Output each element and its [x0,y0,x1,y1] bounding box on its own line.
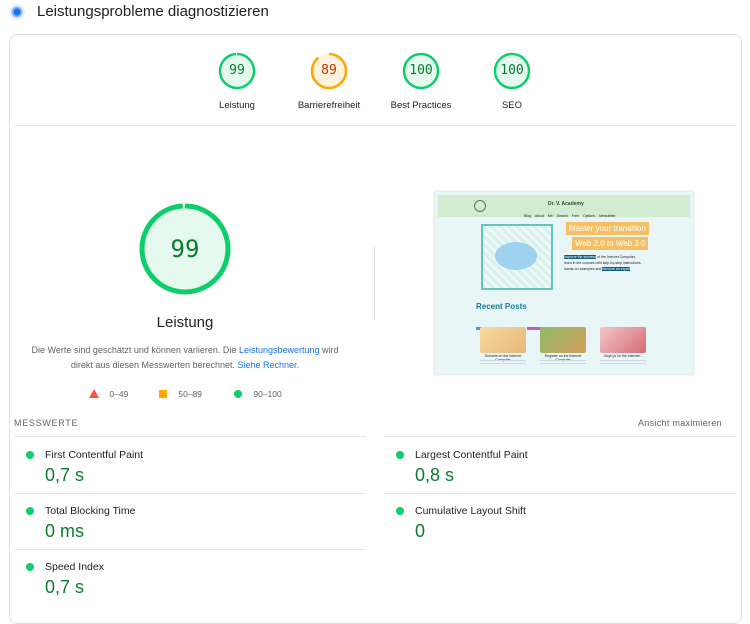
legend-fail-label: 0–49 [109,389,129,399]
metric-label: Total Blocking Time [45,505,136,517]
post-card-excerpt [600,360,646,366]
metric-label: Largest Contentful Paint [415,449,528,461]
post-card-image [600,327,646,353]
diagnose-icon [9,4,25,20]
metric-label: Cumulative Layout Shift [415,505,526,517]
gauge-score: 100 [409,63,433,78]
calculator-link[interactable]: Siehe Rechner [238,360,297,370]
metric-label: First Contentful Paint [45,449,144,461]
page-header: Leistungsprobleme diagnostizieren [0,0,750,28]
site-logo-icon [474,200,486,212]
metric-cls: Cumulative Layout Shift 0 [384,494,734,550]
hero-cta: become an expert [602,267,631,271]
post-card-excerpt [540,360,586,366]
hero-text: Improve the success of the Internet Comp… [564,254,644,272]
pass-circle-icon [234,390,242,398]
post-card-excerpt [480,360,526,366]
screenshot-header: Dr. V. Academy Blog About Me Search Free… [438,195,690,218]
metric-fcp: First Contentful Paint 0,7 s [14,438,364,494]
performance-main-gauge: 99 [138,202,232,296]
legend-pass: 90–100 [234,389,282,399]
post-card-title: Oisyn.js on the Internet... [603,354,643,358]
metrics-divider [14,436,366,437]
average-square-icon [159,390,167,398]
expand-view-toggle[interactable]: Ansicht maximieren [638,418,722,428]
metric-value: 0 [415,521,426,541]
post-card-image [480,327,526,353]
gauge-seo[interactable]: 100 SEO [457,52,567,111]
gauge-label: SEO [501,100,523,111]
performance-title: Leistung [156,314,214,331]
site-nav: Blog About Me Search Free Options Newsle… [524,214,616,218]
gauge-score: 99 [229,63,245,78]
metric-value: 0,7 s [45,577,85,597]
post-card-image [540,327,586,353]
metric-value: 0,7 s [45,465,85,485]
performance-description: Die Werte sind geschätzt und können vari… [30,343,340,373]
metric-value: 0,8 s [415,465,455,485]
legend-average-label: 50–89 [178,389,203,399]
desc-text: Die Werte sind geschätzt und können vari… [31,345,239,355]
pass-circle-icon [26,563,34,571]
metric-lcp: Largest Contentful Paint 0,8 s [384,438,734,494]
gauge-ring: 100 [493,52,531,90]
gauge-ring: 99 [218,52,256,90]
recent-posts-heading: Recent Posts [476,302,527,311]
vertical-separator [374,246,375,320]
hero-image [481,224,553,290]
gauge-ring: 100 [402,52,440,90]
gauge-ring: 89 [310,52,348,90]
metric-tbt: Total Blocking Time 0 ms [14,494,364,550]
legend-average: 50–89 [159,389,202,399]
gauge-score: 100 [500,63,524,78]
gauge-score: 89 [321,63,337,78]
metrics-divider [384,436,736,437]
page-title: Leistungsprobleme diagnostizieren [37,3,269,20]
page-screenshot[interactable]: Dr. V. Academy Blog About Me Search Free… [435,192,693,374]
hero-banner-1: Master your transition [566,222,649,235]
site-brand: Dr. V. Academy [548,201,584,207]
scoring-link[interactable]: Leistungsbewertung [239,345,320,355]
legend-pass-label: 90–100 [253,389,282,399]
pass-circle-icon [396,451,404,459]
metric-value: 0 ms [45,521,85,541]
metrics-heading: MESSWERTE [14,418,79,428]
pass-circle-icon [396,507,404,515]
hero-text-highlight: Improve the success [564,255,597,259]
pass-circle-icon [26,451,34,459]
hero-banner-2: Web 2.0 to Web 3.0 [572,237,649,250]
legend-fail: 0–49 [89,389,128,399]
fail-triangle-icon [89,389,99,398]
pass-circle-icon [26,507,34,515]
desc-text: . [296,360,300,370]
section-divider [14,125,736,126]
metric-label: Speed Index [45,561,104,573]
metric-speed-index: Speed Index 0,7 s [14,550,364,606]
performance-main-score: 99 [170,235,200,263]
